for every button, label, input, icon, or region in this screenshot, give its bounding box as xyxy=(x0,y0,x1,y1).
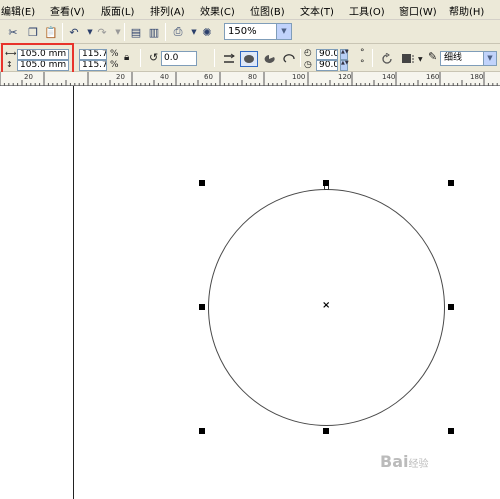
chevron-down-icon[interactable]: ▼ xyxy=(276,24,291,39)
property-bar: ⟷ 105.0 mm ↕ 105.0 mm 115.7 115.7 % % 🔒︎… xyxy=(0,44,500,72)
menu-view[interactable]: 查看(V) xyxy=(50,3,85,18)
end-angle-field[interactable]: 90.0 xyxy=(316,60,338,71)
ellipse-icon[interactable] xyxy=(240,51,258,67)
menu-bar: 编辑(E) 查看(V) 版面(L) 排列(A) 效果(C) 位图(B) 文本(T… xyxy=(0,0,500,20)
undo-icon[interactable]: ↶ xyxy=(66,24,82,40)
rotation-center-marker: × xyxy=(322,300,331,311)
launcher-icon[interactable]: ✺ xyxy=(199,24,215,40)
scale-x-field[interactable]: 115.7 xyxy=(79,49,107,60)
toolbar-separator xyxy=(214,49,215,67)
zoom-level-select[interactable]: 150% ▼ xyxy=(224,23,292,40)
menu-arrange[interactable]: 排列(A) xyxy=(150,3,185,18)
standard-toolbar: ✂ ❐ 📋 ↶ ▼ ↷ ▼ ▤ ▥ ⎙ ▼ ✺ 150% ▼ xyxy=(0,20,500,44)
menu-help[interactable]: 帮助(H) xyxy=(449,3,484,18)
selection-handle-top[interactable] xyxy=(323,180,329,186)
selection-handle-bottom-right[interactable] xyxy=(448,428,454,434)
toolbar-separator xyxy=(165,23,166,41)
selection-handle-top-left[interactable] xyxy=(199,180,205,186)
lock-ratio-icon[interactable]: 🔒︎ xyxy=(124,53,129,63)
ruler-label: 140 xyxy=(382,73,396,81)
end-angle-icon: ◷ xyxy=(304,60,312,70)
menu-bitmaps[interactable]: 位图(B) xyxy=(250,3,285,18)
ruler-label: 100 xyxy=(292,73,306,81)
watermark: Bai经验 xyxy=(380,452,428,471)
export-icon[interactable]: ▥ xyxy=(146,24,162,40)
width-icon: ⟷ xyxy=(5,49,17,58)
end-angle-degree: ° xyxy=(360,59,365,69)
mirror-icon[interactable] xyxy=(220,51,238,67)
scale-y-field[interactable]: 115.7 xyxy=(79,60,107,71)
direction-icon[interactable] xyxy=(378,51,396,67)
pen-icon: ✎ xyxy=(428,50,438,63)
ruler-label: 20 xyxy=(116,73,125,81)
menu-window[interactable]: 窗口(W) xyxy=(399,3,437,18)
scissors-icon[interactable]: ✂ xyxy=(5,24,21,40)
scale-y-percent: % xyxy=(110,60,119,70)
wrap-dropdown-icon[interactable]: ▼ xyxy=(418,55,423,65)
menu-edit[interactable]: 编辑(E) xyxy=(1,3,35,18)
import-icon[interactable]: ▤ xyxy=(128,24,144,40)
end-angle-spinner[interactable]: ▲▼ xyxy=(340,60,349,71)
selection-handle-left[interactable] xyxy=(199,304,205,310)
selection-handle-bottom[interactable] xyxy=(323,428,329,434)
zoom-level-value: 150% xyxy=(228,26,257,37)
menu-layout[interactable]: 版面(L) xyxy=(101,3,134,18)
menu-effects[interactable]: 效果(C) xyxy=(200,3,235,18)
selection-handle-bottom-left[interactable] xyxy=(199,428,205,434)
watermark-subtext: 经验 xyxy=(408,459,429,470)
ruler-label: 80 xyxy=(248,73,257,81)
start-angle-icon: ◴ xyxy=(304,48,312,58)
ruler-label: 20 xyxy=(24,73,33,81)
copy-icon[interactable]: ❐ xyxy=(25,24,41,40)
rotate-icon: ↺ xyxy=(149,51,159,64)
print-icon[interactable]: ⎙ xyxy=(170,24,186,40)
height-field[interactable]: 105.0 mm xyxy=(17,60,69,71)
menu-tools[interactable]: 工具(O) xyxy=(349,3,385,18)
redo-icon[interactable]: ↷ xyxy=(94,24,110,40)
selection-handle-top-right[interactable] xyxy=(448,180,454,186)
toolbar-separator xyxy=(62,23,63,41)
ruler-label: 60 xyxy=(204,73,213,81)
arc-icon[interactable] xyxy=(280,51,298,67)
height-icon: ↕ xyxy=(6,60,13,69)
ruler-label: 160 xyxy=(426,73,440,81)
wrap-text-icon[interactable] xyxy=(399,51,417,67)
menu-text[interactable]: 文本(T) xyxy=(300,3,334,18)
rotation-field[interactable]: 0.0 xyxy=(161,51,197,66)
ruler-label: 120 xyxy=(338,73,352,81)
toolbar-separator xyxy=(300,49,301,67)
selection-handle-right[interactable] xyxy=(448,304,454,310)
pie-icon[interactable] xyxy=(260,51,278,67)
start-angle-degree: ° xyxy=(360,48,365,58)
toolbar-separator xyxy=(124,23,125,41)
ruler-label: 40 xyxy=(160,73,169,81)
chevron-down-icon[interactable]: ▼ xyxy=(483,52,496,65)
horizontal-ruler: 20 20 40 60 80 100 120 140 160 180 xyxy=(0,72,500,86)
ruler-label: 180 xyxy=(470,73,484,81)
watermark-text: Bai xyxy=(380,452,409,471)
start-angle-field[interactable]: 90.0 xyxy=(316,49,338,60)
paste-icon[interactable]: 📋 xyxy=(43,24,59,40)
outline-width-value: 细线 xyxy=(444,53,463,63)
outline-width-select[interactable]: 细线 ▼ xyxy=(440,51,497,66)
page-border-line xyxy=(73,86,74,499)
scale-x-percent: % xyxy=(110,49,119,59)
toolbar-separator xyxy=(140,49,141,67)
start-angle-spinner[interactable]: ▲▼ xyxy=(340,49,349,60)
width-field[interactable]: 105.0 mm xyxy=(17,49,69,60)
toolbar-separator xyxy=(372,49,373,67)
